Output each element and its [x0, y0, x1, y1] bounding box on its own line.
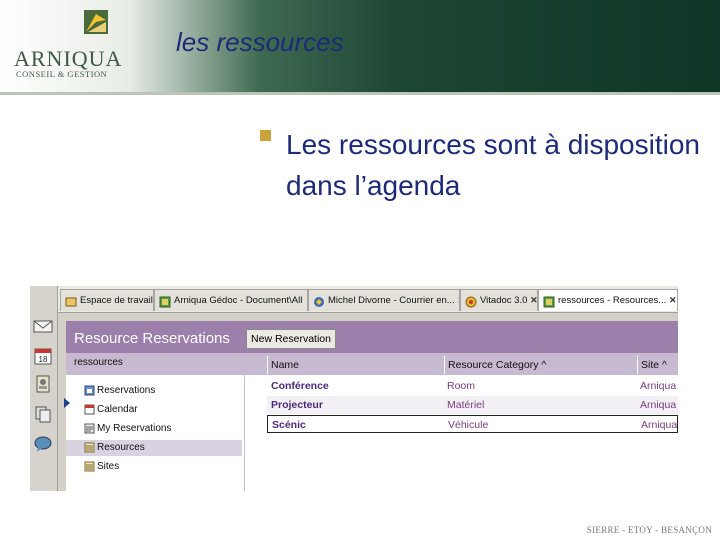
tree-expand-arrow-icon[interactable] — [64, 398, 70, 408]
nav-item-label: Resources — [97, 442, 145, 453]
nav-item-calendar[interactable]: Calendar — [66, 402, 242, 418]
bullet-text: Les ressources sont à disposition dans l… — [286, 129, 700, 201]
resource-site: Arniqua — [641, 419, 678, 431]
tab-gedoc[interactable]: Arniqua Gédoc - Document\All — [154, 289, 308, 311]
tab-ressources[interactable]: ressources - Resources... ✕ — [538, 289, 678, 311]
navigator-title: ressources — [74, 357, 123, 368]
screenshot-notes-client: 18 Espace de travail Arniqua Gédoc - Doc… — [30, 286, 678, 491]
resource-category: Matériel — [447, 399, 485, 411]
resource-category: Room — [447, 380, 476, 392]
database-icon — [543, 295, 555, 307]
table-row[interactable]: Conférence Room Arniqua — [267, 377, 678, 395]
nav-item-reservations[interactable]: Reservations — [66, 383, 242, 399]
my-reservations-icon — [84, 423, 95, 434]
column-header-name[interactable]: Name — [267, 356, 443, 374]
nav-item-label: My Reservations — [97, 423, 172, 434]
resource-reservations-view: Resource Reservations New Reservation re… — [66, 321, 678, 491]
reservations-icon — [84, 385, 95, 396]
contacts-icon[interactable] — [33, 374, 53, 394]
sites-icon — [84, 461, 95, 472]
calendar-icon[interactable]: 18 — [33, 346, 53, 366]
nav-item-sites[interactable]: Sites — [66, 459, 242, 475]
tab-workspace[interactable]: Espace de travail — [60, 289, 154, 311]
view-title: Resource Reservations — [74, 330, 230, 347]
tab-vitadoc[interactable]: Vitadoc 3.0 ✕ — [460, 289, 538, 311]
new-reservation-button[interactable]: New Reservation — [246, 329, 336, 349]
app-icon — [465, 295, 477, 307]
nav-item-resources[interactable]: Resources — [66, 440, 242, 456]
resource-category: Véhicule — [448, 419, 489, 431]
nav-item-label: Sites — [97, 461, 120, 472]
replicator-icon[interactable] — [33, 404, 53, 424]
resources-icon — [84, 442, 95, 453]
footer-locations: SIERRE - ETOY - BESANÇON — [586, 525, 712, 535]
slide-title: les ressources — [176, 27, 344, 57]
calendar-icon — [84, 404, 95, 415]
mail-icon — [313, 295, 325, 307]
table-row-selected[interactable]: Scénic Véhicule Arniqua — [267, 415, 678, 433]
tab-label: Michel Divorne - Courrier en... — [328, 295, 455, 306]
tab-label: Vitadoc 3.0 — [480, 295, 528, 306]
nav-item-label: Reservations — [97, 385, 156, 396]
mail-icon[interactable] — [33, 316, 53, 336]
tab-label: ressources - Resources... — [558, 295, 667, 306]
workspace-icon — [65, 295, 77, 307]
logo-emblem — [84, 10, 108, 34]
logo-subtitle: CONSEIL & GESTION — [16, 69, 108, 79]
tab-label: Espace de travail — [80, 295, 153, 306]
bullet-marker — [260, 130, 271, 141]
database-icon — [159, 295, 171, 307]
header-divider — [0, 92, 720, 95]
resource-site: Arniqua — [640, 380, 677, 392]
navigator: Reservations Calendar My Reservations Re… — [66, 375, 245, 491]
column-header-category[interactable]: Resource Category ^ — [444, 356, 638, 374]
resource-name: Conférence — [271, 380, 329, 392]
company-logo: ARNIQUA CONSEIL & GESTION — [0, 0, 125, 92]
nav-item-my-reservations[interactable]: My Reservations — [66, 421, 242, 437]
tab-bar: Espace de travail Arniqua Gédoc - Docume… — [58, 286, 678, 313]
resource-name: Projecteur — [271, 399, 323, 411]
tab-label: Arniqua Gédoc - Document\All — [174, 295, 303, 306]
tab-courrier[interactable]: Michel Divorne - Courrier en...✕ — [308, 289, 460, 311]
resource-name: Scénic — [272, 419, 306, 431]
resource-site: Arniqua — [640, 399, 677, 411]
svg-text:18: 18 — [39, 355, 48, 364]
table-row[interactable]: Projecteur Matériel Arniqua — [267, 396, 678, 414]
view-header: Resource Reservations New Reservation — [66, 321, 678, 353]
close-icon[interactable]: ✕ — [529, 296, 537, 305]
bookmark-bar: 18 — [30, 286, 58, 491]
column-header-site[interactable]: Site ^ — [637, 356, 678, 374]
nav-item-label: Calendar — [97, 404, 138, 415]
chat-icon[interactable] — [33, 434, 53, 454]
close-icon[interactable]: ✕ — [668, 296, 677, 305]
